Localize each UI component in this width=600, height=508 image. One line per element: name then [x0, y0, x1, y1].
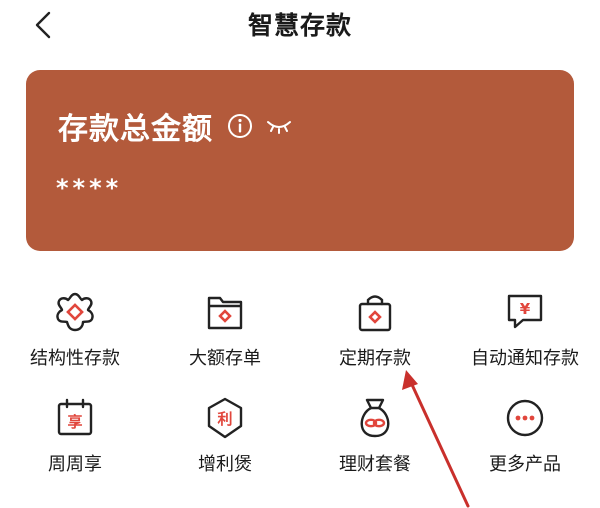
- svg-text:利: 利: [217, 410, 232, 428]
- yen-message-icon: ¥: [507, 294, 543, 329]
- eye-closed-icon[interactable]: [265, 117, 293, 135]
- service-label: 定期存款: [339, 348, 411, 369]
- service-label: 周周享: [48, 454, 102, 475]
- money-bag-icon: [360, 398, 390, 438]
- service-label: 结构性存款: [30, 348, 120, 369]
- shopping-bag-icon: [358, 295, 392, 332]
- info-icon[interactable]: [227, 113, 253, 139]
- service-auto-notice-deposit[interactable]: ¥ 自动通知存款: [450, 282, 600, 388]
- masked-amount: ****: [56, 174, 123, 202]
- svg-text:¥: ¥: [520, 300, 531, 318]
- page-title: 智慧存款: [247, 11, 352, 40]
- service-structured-deposit[interactable]: 结构性存款: [0, 282, 150, 388]
- folder-icon: [207, 296, 243, 330]
- service-wealth-package[interactable]: 理财套餐: [300, 388, 450, 494]
- more-icon: [506, 399, 544, 437]
- service-weekly-share[interactable]: 享 周周享: [0, 388, 150, 494]
- service-label: 自动通知存款: [471, 348, 579, 369]
- calendar-icon: 享: [57, 398, 93, 436]
- card-title: 存款总金额: [58, 112, 213, 147]
- service-row: 享 周周享 利 增利煲 理财套餐 更多产品: [0, 388, 600, 494]
- service-more-products[interactable]: 更多产品: [450, 388, 600, 494]
- service-zenglibao[interactable]: 利 增利煲: [150, 388, 300, 494]
- service-label: 大额存单: [189, 348, 261, 369]
- service-label: 增利煲: [198, 454, 252, 475]
- svg-text:享: 享: [67, 413, 82, 431]
- gear-flower-icon: [56, 292, 94, 332]
- card-title-row: 存款总金额: [58, 104, 293, 148]
- header: 智慧存款: [0, 0, 600, 50]
- deposit-total-card: 存款总金额 ****: [26, 70, 574, 251]
- service-label: 更多产品: [489, 454, 561, 475]
- shield-icon: 利: [207, 397, 243, 439]
- service-row: 结构性存款 大额存单 定期存款 ¥ 自动通知存款: [0, 282, 600, 388]
- service-label: 理财套餐: [339, 454, 411, 475]
- service-fixed-deposit[interactable]: 定期存款: [300, 282, 450, 388]
- service-large-cd[interactable]: 大额存单: [150, 282, 300, 388]
- service-grid: 结构性存款 大额存单 定期存款 ¥ 自动通知存款 享 周周享 利 增利煲 理财套…: [0, 282, 600, 494]
